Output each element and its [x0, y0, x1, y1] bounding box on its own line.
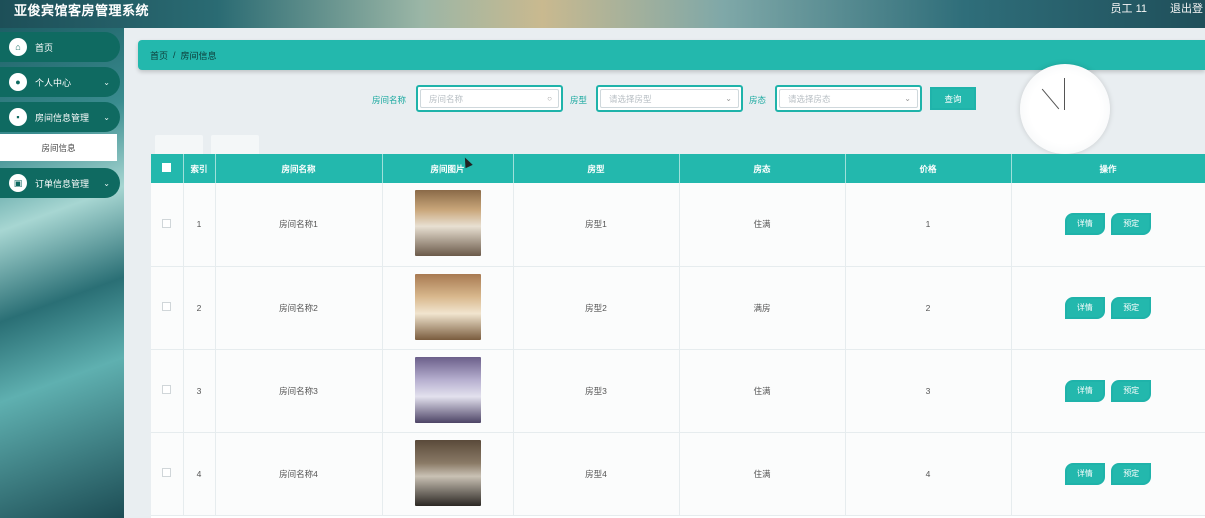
book-button[interactable]: 预定	[1111, 296, 1152, 319]
sidebar-item-room-management[interactable]: ▪ 房间信息管理 ⌄	[0, 102, 120, 132]
chevron-down-icon: ⌄	[103, 112, 110, 122]
cell-actions: 详情 预定	[1011, 349, 1205, 433]
cell-actions: 详情 预定	[1011, 266, 1205, 350]
sidebar-item-order-management[interactable]: ▣ 订单信息管理 ⌄	[0, 168, 120, 198]
cell-room-status: 住满	[679, 183, 846, 267]
row-checkbox[interactable]	[151, 183, 184, 267]
room-status-select[interactable]: 请选择房态 ⌄	[775, 85, 922, 112]
search-icon: ○	[547, 94, 552, 103]
cell-index: 3	[183, 349, 216, 433]
cell-room-image	[382, 349, 514, 433]
col-room-status: 房态	[679, 154, 846, 183]
col-room-image: 房间图片	[382, 154, 514, 183]
user-icon: ●	[9, 73, 27, 91]
table-row: 3 房间名称3 房型3 住满 3 详情 预定	[151, 349, 1205, 433]
sidebar-item-label: 房间信息管理	[35, 112, 90, 123]
search-button[interactable]: 查询	[930, 87, 976, 110]
cell-room-type: 房型4	[513, 432, 680, 516]
room-image	[414, 190, 481, 257]
cell-room-status: 满房	[679, 266, 846, 350]
cell-price: 1	[845, 183, 1012, 267]
room-type-select[interactable]: 请选择房型 ⌄	[596, 85, 743, 112]
cell-price: 2	[845, 266, 1012, 350]
cell-index: 2	[183, 266, 216, 350]
table-row: 4 房间名称4 房型4 住满 4 详情 预定	[151, 432, 1205, 516]
cell-room-image	[382, 432, 514, 516]
room-image	[414, 356, 481, 423]
cell-index: 4	[183, 432, 216, 516]
col-room-type: 房型	[513, 154, 680, 183]
room-name-label: 房间名称	[372, 95, 407, 105]
home-icon: ⌂	[9, 38, 27, 56]
room-image	[414, 439, 481, 506]
detail-button[interactable]: 详情	[1064, 379, 1105, 402]
app-title: 亚俊宾馆客房管理系统	[14, 3, 150, 18]
room-type-label: 房型	[570, 95, 588, 105]
sidebar-item-label: 个人中心	[35, 77, 72, 88]
order-icon: ▣	[9, 174, 27, 192]
breadcrumb-home[interactable]: 首页	[150, 49, 168, 62]
col-price: 价格	[845, 154, 1012, 183]
cell-index: 1	[183, 183, 216, 267]
room-image	[414, 273, 481, 340]
main-content: 首页 / 房间信息 房间名称 房间名称 ○ 房型 请选择房型 ⌄ 房态 请选择房态 ⌄…	[124, 28, 1205, 518]
detail-button[interactable]: 详情	[1064, 213, 1105, 236]
select-all-checkbox[interactable]	[151, 154, 184, 183]
toolbar-tab[interactable]	[211, 135, 259, 155]
chevron-down-icon: ⌄	[904, 94, 911, 103]
sidebar-item-label: 订单信息管理	[35, 178, 90, 189]
table-row: 2 房间名称2 房型2 满房 2 详情 预定	[151, 266, 1205, 350]
detail-button[interactable]: 详情	[1064, 462, 1105, 485]
book-button[interactable]: 预定	[1111, 379, 1152, 402]
room-icon: ▪	[9, 108, 27, 126]
cell-room-image	[382, 266, 514, 350]
cell-room-name: 房间名称1	[215, 183, 383, 267]
cell-room-type: 房型2	[513, 266, 680, 350]
chevron-down-icon: ⌄	[103, 178, 110, 188]
table-row: 1 房间名称1 房型1 住满 1 详情 预定	[151, 183, 1205, 267]
sidebar-item-label: 首页	[35, 42, 54, 53]
breadcrumb-current: 房间信息	[180, 50, 217, 61]
cell-room-name: 房间名称3	[215, 349, 383, 433]
breadcrumb: 首页 / 房间信息	[138, 40, 1205, 70]
book-button[interactable]: 预定	[1111, 213, 1152, 236]
col-actions: 操作	[1011, 154, 1205, 183]
breadcrumb-separator: /	[173, 50, 176, 60]
col-room-name: 房间名称	[215, 154, 383, 183]
room-name-input[interactable]: 房间名称 ○	[416, 85, 563, 112]
sidebar: ⌂ 首页 ● 个人中心 ⌄ ▪ 房间信息管理 ⌄ 房间信息 ▣ 订单信息管理 ⌄	[0, 28, 124, 518]
top-bar: 亚俊宾馆客房管理系统 员工 11 退出登	[0, 0, 1205, 28]
room-status-label: 房态	[749, 95, 767, 105]
current-user[interactable]: 员工 11	[1111, 0, 1147, 16]
cell-room-status: 住满	[679, 349, 846, 433]
cell-room-name: 房间名称2	[215, 266, 383, 350]
cell-price: 4	[845, 432, 1012, 516]
cell-room-status: 住满	[679, 432, 846, 516]
cell-room-type: 房型1	[513, 183, 680, 267]
row-checkbox[interactable]	[151, 266, 184, 350]
logout-link[interactable]: 退出登	[1170, 0, 1203, 16]
clock-widget	[1020, 64, 1110, 154]
detail-button[interactable]: 详情	[1064, 296, 1105, 319]
col-index: 索引	[183, 154, 216, 183]
book-button[interactable]: 预定	[1111, 462, 1152, 485]
toolbar-tab[interactable]	[155, 135, 203, 155]
room-table: 索引 房间名称 房间图片 房型 房态 价格 操作 1 房间名称1 房型1 住满	[151, 154, 1205, 518]
cell-actions: 详情 预定	[1011, 183, 1205, 267]
sidebar-item-profile[interactable]: ● 个人中心 ⌄	[0, 67, 120, 97]
submenu-item-room-info[interactable]: 房间信息	[0, 134, 117, 161]
cell-room-name: 房间名称4	[215, 432, 383, 516]
cell-actions: 详情 预定	[1011, 432, 1205, 516]
chevron-down-icon: ⌄	[103, 77, 110, 87]
chevron-down-icon: ⌄	[725, 94, 732, 103]
sidebar-item-home[interactable]: ⌂ 首页	[0, 32, 120, 62]
cell-room-image	[382, 183, 514, 267]
cell-room-type: 房型3	[513, 349, 680, 433]
cell-price: 3	[845, 349, 1012, 433]
row-checkbox[interactable]	[151, 432, 184, 516]
table-header: 索引 房间名称 房间图片 房型 房态 价格 操作	[151, 154, 1205, 183]
row-checkbox[interactable]	[151, 349, 184, 433]
